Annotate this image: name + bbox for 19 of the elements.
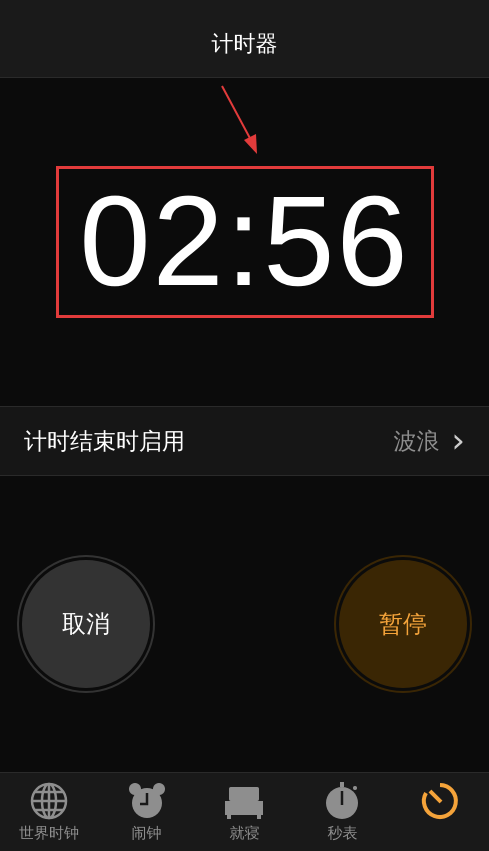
tab[interactable]: 就寝 xyxy=(196,773,294,851)
tab[interactable]: 闹钟 xyxy=(98,773,196,851)
chevron-icon: › xyxy=(451,424,465,458)
tab[interactable]: 世界时钟 xyxy=(0,773,98,851)
cancel-button[interactable]: 取消 xyxy=(22,560,150,688)
alarm-clock-icon xyxy=(126,781,167,821)
tab-label: 闹钟 xyxy=(132,824,162,843)
tab[interactable]: 秒表 xyxy=(293,773,392,851)
countdown-time: 02:56 xyxy=(79,178,410,306)
setting-value: 波浪 xyxy=(393,428,440,456)
tab-label: 秒表 xyxy=(327,824,358,843)
tab-label: 就寝 xyxy=(229,824,260,843)
setting-label: 计时结束时启用 xyxy=(24,428,186,456)
timer-icon xyxy=(420,781,460,821)
tab-label: 世界时钟 xyxy=(18,824,79,843)
screen-title: 计时器 xyxy=(212,31,278,59)
pause-button[interactable]: 暂停 xyxy=(339,560,467,688)
sound-setting-row[interactable]: 计时结束时启用 波浪 › xyxy=(0,406,489,476)
globe-icon xyxy=(28,781,69,821)
